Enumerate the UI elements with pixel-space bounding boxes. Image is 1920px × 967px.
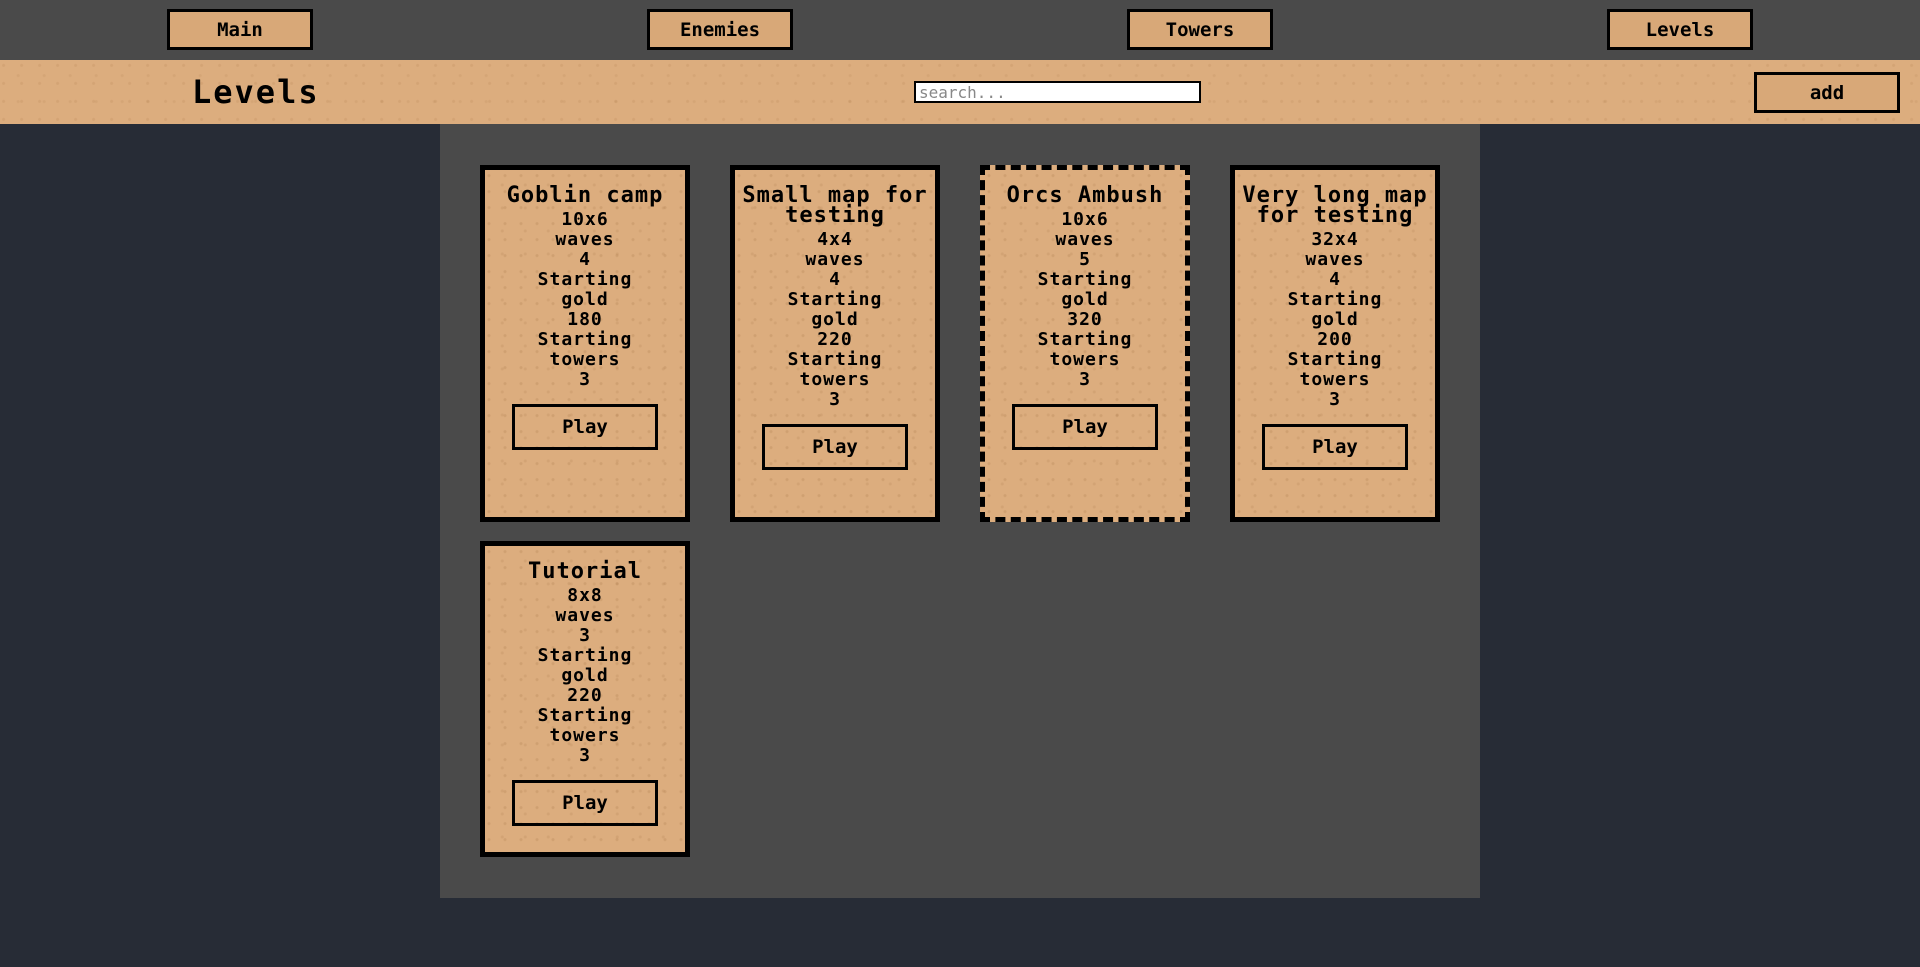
page-title: Levels [192,73,320,111]
gold-label: Starting [1037,269,1133,290]
waves-label: waves [555,229,615,250]
play-button[interactable]: Play [512,404,658,450]
level-name: Small map for testing [742,183,928,228]
level-card-tutorial: Tutorial 8x8 waves 3 Starting gold 220 S… [480,541,690,857]
top-navigation: Main Enemies Towers Levels [0,0,1920,60]
level-size: 32x4 [1311,229,1359,250]
waves-value: 3 [579,625,591,646]
nav-levels-button[interactable]: Levels [1607,9,1753,50]
gold-label: Starting [537,269,633,290]
towers-value: 3 [579,745,591,766]
towers-label: Starting [537,329,633,350]
search-input[interactable] [914,81,1201,103]
towers-label: Starting [537,705,633,726]
towers-value: 3 [829,389,841,410]
towers-label: towers [1299,369,1371,390]
level-size: 10x6 [1061,209,1109,230]
towers-label: Starting [787,349,883,370]
level-name: Orcs Ambush [1006,183,1164,208]
play-button[interactable]: Play [1262,424,1408,470]
towers-label: Starting [1037,329,1133,350]
gold-label: gold [561,289,609,310]
level-name: Very long map for testing [1242,183,1428,228]
level-card-orcs-ambush: Orcs Ambush 10x6 waves 5 Starting gold 3… [980,165,1190,522]
nav-main-button[interactable]: Main [167,9,313,50]
nav-towers-button[interactable]: Towers [1127,9,1273,50]
play-button[interactable]: Play [762,424,908,470]
waves-label: waves [805,249,865,270]
towers-value: 3 [579,369,591,390]
gold-value: 320 [1067,309,1103,330]
level-card-goblin-camp: Goblin camp 10x6 waves 4 Starting gold 1… [480,165,690,522]
waves-label: waves [1055,229,1115,250]
gold-label: gold [561,665,609,686]
gold-value: 220 [567,685,603,706]
play-button[interactable]: Play [512,780,658,826]
towers-label: towers [1049,349,1121,370]
gold-label: gold [811,309,859,330]
level-card-small-map: Small map for testing 4x4 waves 4 Starti… [730,165,940,522]
add-level-button[interactable]: add [1754,72,1900,113]
towers-value: 3 [1329,389,1341,410]
towers-label: towers [549,349,621,370]
level-size: 10x6 [561,209,609,230]
towers-value: 3 [1079,369,1091,390]
towers-label: towers [799,369,871,390]
gold-value: 220 [817,329,853,350]
towers-label: towers [549,725,621,746]
waves-label: waves [555,605,615,626]
play-button[interactable]: Play [1012,404,1158,450]
level-size: 8x8 [567,585,603,606]
nav-enemies-button[interactable]: Enemies [647,9,793,50]
waves-value: 4 [579,249,591,270]
towers-label: Starting [1287,349,1383,370]
level-name: Goblin camp [506,183,664,208]
waves-label: waves [1305,249,1365,270]
level-size: 4x4 [817,229,853,250]
level-name: Tutorial [528,559,642,584]
gold-label: Starting [787,289,883,310]
waves-value: 4 [1329,269,1341,290]
waves-value: 5 [1079,249,1091,270]
waves-value: 4 [829,269,841,290]
gold-label: gold [1061,289,1109,310]
gold-value: 180 [567,309,603,330]
gold-value: 200 [1317,329,1353,350]
levels-panel: Goblin camp 10x6 waves 4 Starting gold 1… [440,124,1480,898]
page-header: Levels add [0,60,1920,124]
gold-label: gold [1311,309,1359,330]
gold-label: Starting [537,645,633,666]
gold-label: Starting [1287,289,1383,310]
level-card-very-long-map: Very long map for testing 32x4 waves 4 S… [1230,165,1440,522]
